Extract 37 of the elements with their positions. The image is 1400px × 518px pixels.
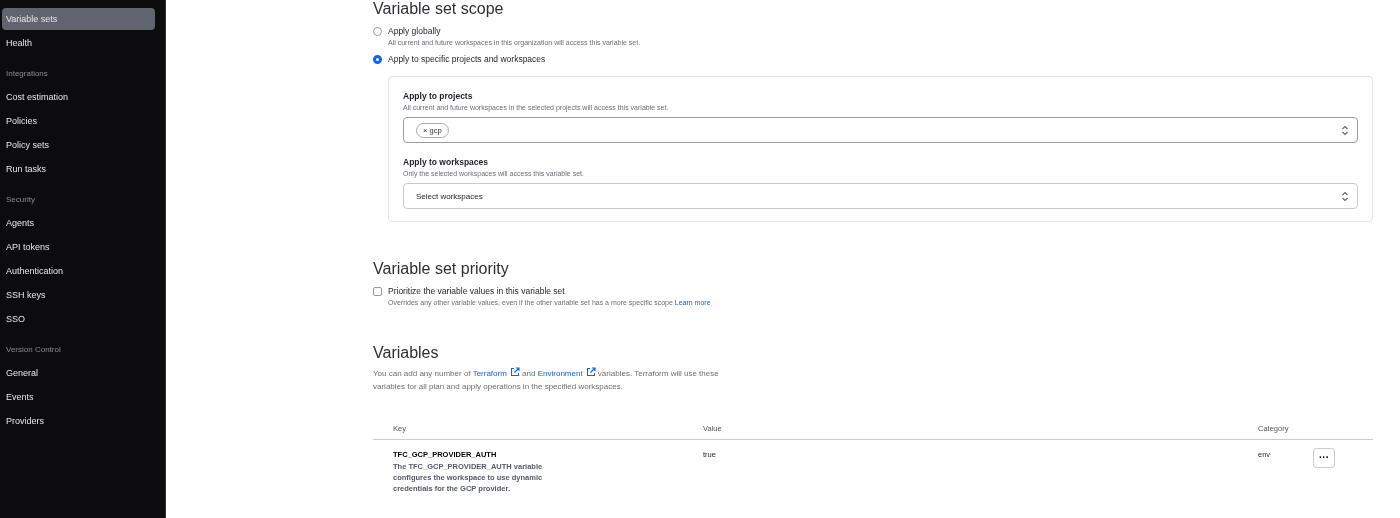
sidebar-heading: Security [5,194,36,206]
sidebar-item[interactable]: General [2,362,155,384]
chevron-updown-icon [1341,190,1349,202]
radio-label: Apply to specific projects and workspaces [388,54,546,64]
intro-paragraph: You can add any number of Terraform and Environment variables. Terraform will use these variables for all plan and apply operations in the specified workspaces. [373,367,720,393]
radio-label: Apply globally [388,26,441,36]
sidebar-heading: Integrations [5,68,49,80]
terraform-link[interactable]: Terraform [472,369,520,378]
sidebar-item[interactable]: SSH keys [2,284,155,306]
sidebar-item[interactable]: Events [2,386,155,408]
section-title: Variable set scope [373,0,505,18]
sidebar-item[interactable]: Authentication [2,260,155,282]
environment-link[interactable]: Environment [537,369,596,378]
field-label: Apply to projects [403,91,474,101]
more-button[interactable]: ··· [1313,448,1335,468]
chevron-updown-icon [1341,124,1349,136]
section-title: Variables [373,344,440,362]
sidebar-item[interactable]: Variable sets [2,8,155,30]
sidebar-item[interactable]: Health [2,32,155,54]
checkbox-label: Prioritize the variable values in this variable set [388,286,565,296]
external-link-icon [585,367,596,377]
sidebar-item[interactable]: Agents [2,212,155,234]
section-title: Variable set priority [373,260,510,278]
sidebar-item[interactable]: API tokens [2,236,155,258]
workspaces-select[interactable]: Select workspaces [403,183,1358,209]
radio-button[interactable] [373,26,382,36]
sidebar-item[interactable]: Policies [2,110,155,132]
external-link-icon [509,367,520,377]
sidebar-item[interactable]: SSO [2,308,155,330]
sidebar-item[interactable]: Policy sets [2,134,155,156]
sidebar-item[interactable]: Providers [2,410,155,432]
field-label: Apply to workspaces [403,157,490,167]
checkbox[interactable] [373,286,382,296]
sidebar-item[interactable]: Cost estimation [2,86,155,108]
sidebar-heading: Version Control [5,344,62,356]
sidebar-item[interactable]: Run tasks [2,158,155,180]
radio-button[interactable] [373,54,382,64]
